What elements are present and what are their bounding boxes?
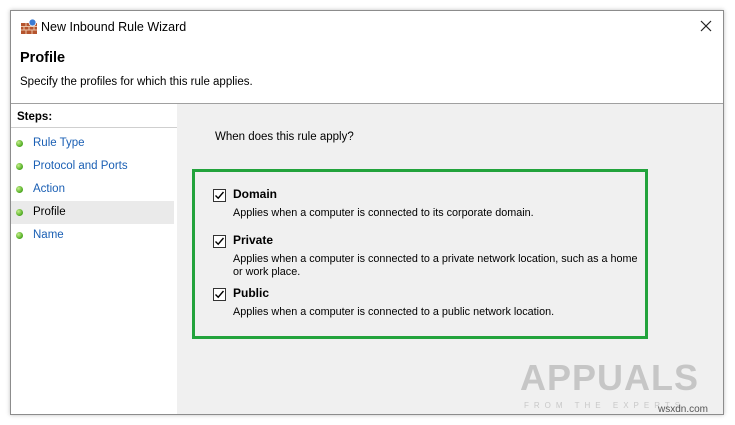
step-label: Profile [33, 206, 66, 218]
private-label[interactable]: Private [233, 233, 273, 247]
corner-watermark: wsxdn.com [658, 404, 709, 415]
step-action[interactable]: Action [11, 178, 174, 201]
question-text: When does this rule apply? [215, 131, 354, 143]
steps-panel: Steps: Rule Type Protocol and Ports Acti… [11, 104, 177, 414]
green-dot-icon [16, 163, 23, 170]
steps-heading: Steps: [17, 111, 53, 123]
step-label: Action [33, 183, 65, 195]
title-bar: New Inbound Rule Wizard [11, 11, 723, 43]
close-button[interactable] [689, 11, 723, 41]
private-checkbox[interactable] [213, 235, 226, 248]
step-label: Name [33, 229, 64, 241]
profiles-highlight-box: Domain Applies when a computer is connec… [192, 169, 648, 339]
step-label: Protocol and Ports [33, 160, 128, 172]
domain-label[interactable]: Domain [233, 187, 277, 201]
window-title: New Inbound Rule Wizard [41, 20, 187, 34]
public-description: Applies when a computer is connected to … [233, 306, 555, 318]
green-dot-icon [16, 186, 23, 193]
page-description: Specify the profiles for which this rule… [20, 76, 253, 88]
checkmark-icon [215, 191, 225, 200]
step-rule-type[interactable]: Rule Type [11, 132, 174, 155]
close-icon [700, 20, 712, 32]
green-dot-icon [16, 232, 23, 239]
checkmark-icon [215, 290, 225, 299]
step-name[interactable]: Name [11, 224, 174, 247]
private-description: Applies when a computer is connected to … [233, 253, 638, 278]
page-title: Profile [20, 50, 66, 66]
public-label[interactable]: Public [233, 286, 269, 300]
steps-divider [11, 127, 177, 128]
firewall-wall-icon [20, 18, 38, 36]
watermark-text: APPUALS [520, 357, 700, 398]
checkmark-icon [215, 237, 225, 246]
green-dot-icon [16, 140, 23, 147]
public-checkbox[interactable] [213, 288, 226, 301]
steps-list: Rule Type Protocol and Ports Action Prof… [11, 132, 177, 247]
step-label: Rule Type [33, 137, 85, 149]
step-protocol-and-ports[interactable]: Protocol and Ports [11, 155, 174, 178]
domain-description: Applies when a computer is connected to … [233, 207, 534, 219]
step-profile: Profile [11, 201, 174, 224]
domain-checkbox[interactable] [213, 189, 226, 202]
green-dot-icon [16, 209, 23, 216]
